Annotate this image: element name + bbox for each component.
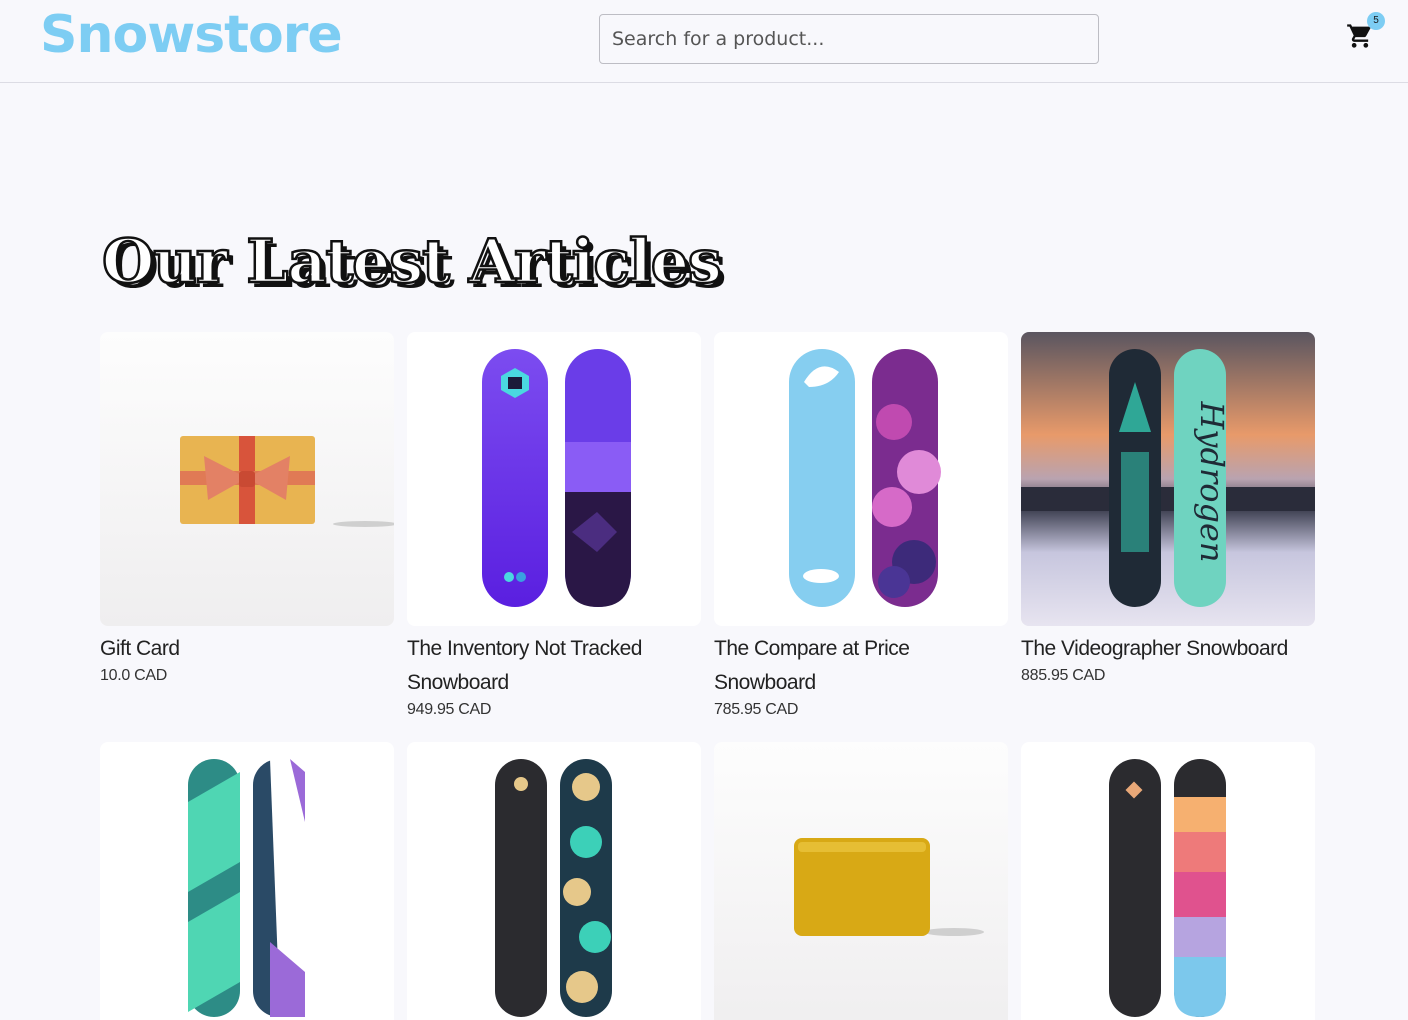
site-header: Snowstore 5: [0, 0, 1408, 83]
section-title: Our Latest Articles: [101, 226, 723, 299]
product-price: 949.95 CAD: [407, 701, 492, 718]
product-image: [100, 742, 394, 1020]
product-card[interactable]: [407, 742, 701, 1020]
product-image: [407, 332, 701, 626]
product-image: [1021, 742, 1315, 1020]
svg-text:Hydrogen: Hydrogen: [1193, 400, 1231, 562]
gift-card-image: [180, 436, 394, 527]
snowboard-image: [1109, 759, 1226, 1017]
product-card[interactable]: [714, 742, 1008, 1020]
product-card[interactable]: Gift Card 10.0 CAD: [100, 332, 394, 686]
product-card[interactable]: [1021, 742, 1315, 1020]
product-card[interactable]: The Inventory Not Tracked Snowboard 949.…: [407, 332, 701, 720]
snowboard-image: [495, 759, 612, 1017]
cart-button[interactable]: 5: [1346, 12, 1385, 50]
search-input[interactable]: [599, 14, 1099, 64]
snowboard-image: Hydrogen: [1021, 332, 1315, 626]
product-image: Hydrogen: [1021, 332, 1315, 626]
snowboard-image: [188, 759, 305, 1017]
product-price: 785.95 CAD: [714, 701, 799, 718]
snowboard-image: [482, 349, 631, 607]
wax-image: [794, 838, 984, 936]
product-price: 10.0 CAD: [100, 667, 167, 684]
product-name[interactable]: The Inventory Not Tracked Snowboard: [407, 632, 701, 700]
product-name[interactable]: The Videographer Snowboard: [1021, 632, 1315, 666]
product-name[interactable]: The Compare at Price Snowboard: [714, 632, 1008, 700]
product-image: [714, 332, 1008, 626]
snowboard-image: [789, 349, 941, 607]
cart-count-badge: 5: [1367, 12, 1385, 30]
product-image: [714, 742, 1008, 1020]
product-image: [100, 332, 394, 626]
product-name[interactable]: Gift Card: [100, 632, 394, 666]
product-card[interactable]: Hydrogen The Videographer Snowboard 885.…: [1021, 332, 1315, 686]
product-card[interactable]: The Compare at Price Snowboard 785.95 CA…: [714, 332, 1008, 720]
store-logo[interactable]: Snowstore: [40, 4, 343, 66]
product-price: 885.95 CAD: [1021, 667, 1106, 684]
product-card[interactable]: [100, 742, 394, 1020]
product-image: [407, 742, 701, 1020]
